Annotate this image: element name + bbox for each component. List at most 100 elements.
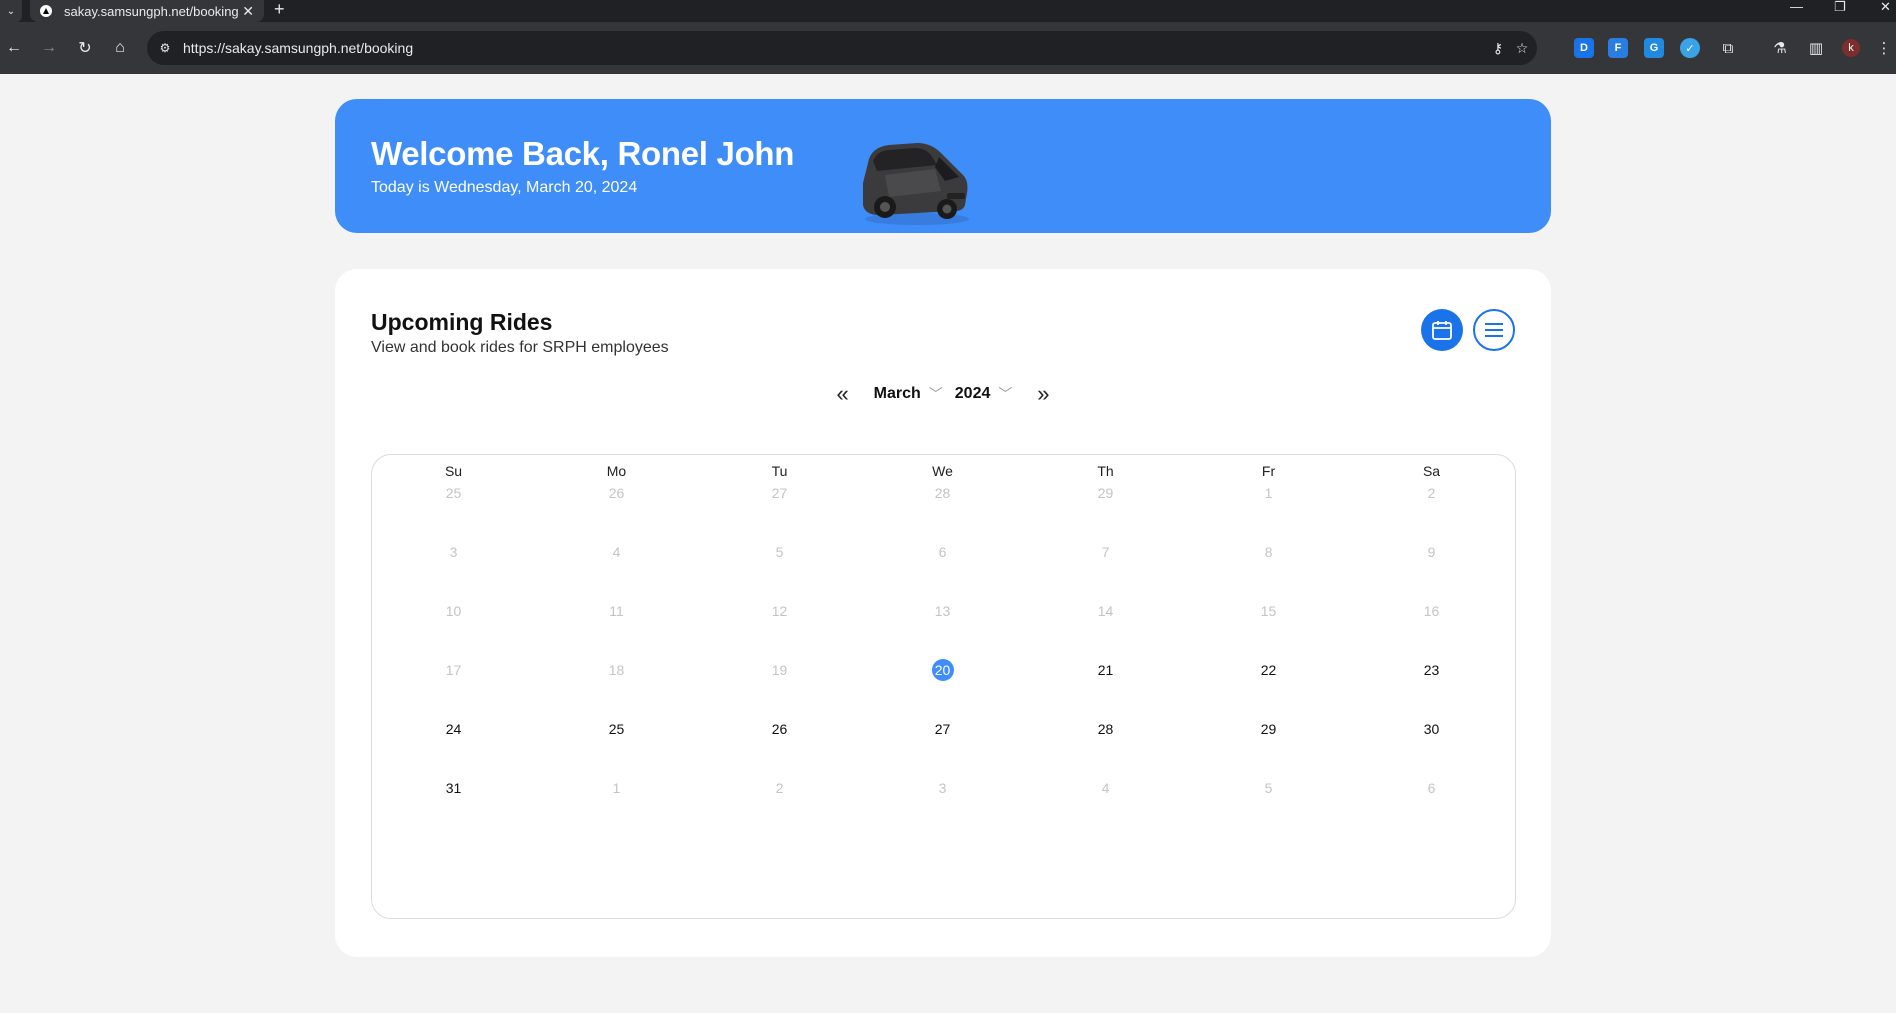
calendar-day[interactable]: 22 — [1187, 659, 1350, 718]
minimize-icon[interactable]: — — [1790, 0, 1803, 22]
calendar-day-today[interactable]: 20 — [861, 659, 1024, 718]
calendar-day: 2 — [1350, 482, 1513, 541]
calendar-day-number: 17 — [445, 662, 462, 678]
calendar-day[interactable]: 30 — [1350, 718, 1513, 777]
calendar-day-number: 29 — [1097, 485, 1114, 501]
calendar-day[interactable]: 23 — [1350, 659, 1513, 718]
previous-month-icon[interactable]: « — [828, 381, 858, 407]
browser-menu-icon[interactable]: ⋮ — [1872, 36, 1896, 60]
calendar-view-button[interactable] — [1421, 309, 1463, 351]
month-select[interactable]: March — [874, 385, 921, 403]
next-month-icon[interactable]: » — [1028, 381, 1058, 407]
van-illustration — [863, 143, 969, 225]
calendar-day: 1 — [535, 777, 698, 836]
tab-close-icon[interactable]: ✕ — [242, 3, 254, 20]
welcome-banner: Welcome Back, Ronel John Today is Wednes… — [335, 99, 1551, 233]
calendar-day: 7 — [1024, 541, 1187, 600]
calendar-day-number: 6 — [1427, 780, 1436, 796]
calendar-day: 8 — [1187, 541, 1350, 600]
list-view-button[interactable] — [1473, 309, 1515, 351]
calendar-day-number: 2 — [775, 780, 784, 796]
calendar-day-number: 26 — [608, 485, 625, 501]
new-tab-icon[interactable]: + — [274, 0, 285, 22]
calendar-day-number: 10 — [445, 603, 462, 619]
calendar-day-number: 5 — [775, 544, 784, 560]
profile-avatar[interactable]: k — [1842, 39, 1860, 57]
calendar-day[interactable]: 24 — [372, 718, 535, 777]
calendar-day[interactable]: 25 — [535, 718, 698, 777]
extension-2-icon[interactable]: F — [1608, 38, 1628, 58]
extension-4-icon[interactable]: ✓ — [1680, 38, 1700, 58]
calendar-day-number: 30 — [1423, 721, 1440, 737]
calendar-day[interactable]: 31 — [372, 777, 535, 836]
section-subtitle: View and book rides for SRPH employees — [371, 339, 669, 356]
calendar-day: 9 — [1350, 541, 1513, 600]
calendar-day: 1 — [1187, 482, 1350, 541]
calendar-week-row: 24 25 26 27 28 29 30 — [372, 718, 1517, 777]
restore-icon[interactable]: ❐ — [1834, 0, 1846, 22]
calendar-day: 4 — [535, 541, 698, 600]
home-icon[interactable]: ⌂ — [108, 36, 132, 60]
calendar-week-row: 3 4 5 6 7 8 9 — [372, 541, 1517, 600]
url-text[interactable]: https://sakay.samsungph.net/booking — [183, 40, 413, 56]
list-icon — [1485, 323, 1503, 337]
calendar-day-number: 28 — [934, 485, 951, 501]
reload-icon[interactable]: ↻ — [73, 36, 97, 60]
calendar-day[interactable]: 29 — [1187, 718, 1350, 777]
month-navigator: « March ﹀ 2024 ﹀ » — [335, 379, 1551, 409]
calendar-day-number: 5 — [1264, 780, 1273, 796]
browser-toolbar: ← → ↻ ⌂ ⚙ https://sakay.samsungph.net/bo… — [0, 22, 1896, 74]
browser-tab-strip: ⌄ sakay.samsungph.net/booking ✕ + — ❐ ✕ — [0, 0, 1896, 22]
window-close-icon[interactable]: ✕ — [1880, 0, 1891, 22]
calendar-icon — [1432, 321, 1452, 340]
calendar-day-number: 31 — [445, 780, 462, 796]
calendar-day-number: 28 — [1097, 721, 1114, 737]
today-date: Today is Wednesday, March 20, 2024 — [371, 179, 638, 196]
calendar-day-number: 24 — [445, 721, 462, 737]
tab-search-icon[interactable]: ⌄ — [0, 0, 22, 22]
calendar-day: 16 — [1350, 600, 1513, 659]
calendar-day[interactable]: 27 — [861, 718, 1024, 777]
calendar-day: 4 — [1024, 777, 1187, 836]
address-bar[interactable]: ⚙ https://sakay.samsungph.net/booking ⚷ … — [147, 31, 1537, 65]
calendar-day-number: 1 — [612, 780, 621, 796]
extension-3-icon[interactable]: G — [1644, 38, 1664, 58]
weekday-label: Tu — [771, 463, 788, 479]
side-panel-icon[interactable]: ▥ — [1804, 36, 1828, 60]
password-key-icon[interactable]: ⚷ — [1489, 39, 1507, 57]
labs-flask-icon[interactable]: ⚗ — [1768, 36, 1792, 60]
weekday-label: Sa — [1422, 463, 1441, 479]
extensions-puzzle-icon[interactable]: ⧉ — [1716, 36, 1740, 60]
year-chevron-down-icon[interactable]: ﹀ — [998, 384, 1012, 404]
year-select[interactable]: 2024 — [955, 385, 991, 403]
calendar-week-row: 17 18 19 20 21 22 23 — [372, 659, 1517, 718]
calendar-day-number: 25 — [608, 721, 625, 737]
month-chevron-down-icon[interactable]: ﹀ — [929, 384, 943, 404]
calendar-day-number: 20 — [931, 659, 954, 681]
calendar-day: 15 — [1187, 600, 1350, 659]
calendar-day[interactable]: 21 — [1024, 659, 1187, 718]
calendar-day-number: 29 — [1260, 721, 1277, 737]
site-info-icon[interactable]: ⚙ — [157, 40, 173, 56]
calendar-day[interactable]: 28 — [1024, 718, 1187, 777]
calendar-day-number: 6 — [938, 544, 947, 560]
calendar-day-number: 1 — [1264, 485, 1273, 501]
calendar-day-number: 22 — [1260, 662, 1277, 678]
bookmark-star-icon[interactable]: ☆ — [1513, 39, 1531, 57]
calendar-day-number: 13 — [934, 603, 951, 619]
calendar-day: 3 — [861, 777, 1024, 836]
section-title: Upcoming Rides — [371, 309, 553, 335]
calendar-day: 6 — [861, 541, 1024, 600]
calendar-day: 29 — [1024, 482, 1187, 541]
back-icon[interactable]: ← — [2, 36, 26, 60]
calendar-grid: 25 26 27 28 29 1 2 3 4 5 6 7 8 9 10 11 12 13 14 15 16 17 18 19 2… — [372, 482, 1517, 836]
calendar-day-number: 19 — [771, 662, 788, 678]
weekday-label: Fr — [1261, 463, 1276, 479]
calendar-day[interactable]: 26 — [698, 718, 861, 777]
browser-tab[interactable]: sakay.samsungph.net/booking ✕ — [30, 0, 264, 22]
forward-icon[interactable]: → — [37, 36, 61, 60]
extension-1-icon[interactable]: D — [1574, 38, 1594, 58]
calendar-day: 28 — [861, 482, 1024, 541]
calendar-day-number: 14 — [1097, 603, 1114, 619]
weekday-label: Th — [1097, 463, 1114, 479]
